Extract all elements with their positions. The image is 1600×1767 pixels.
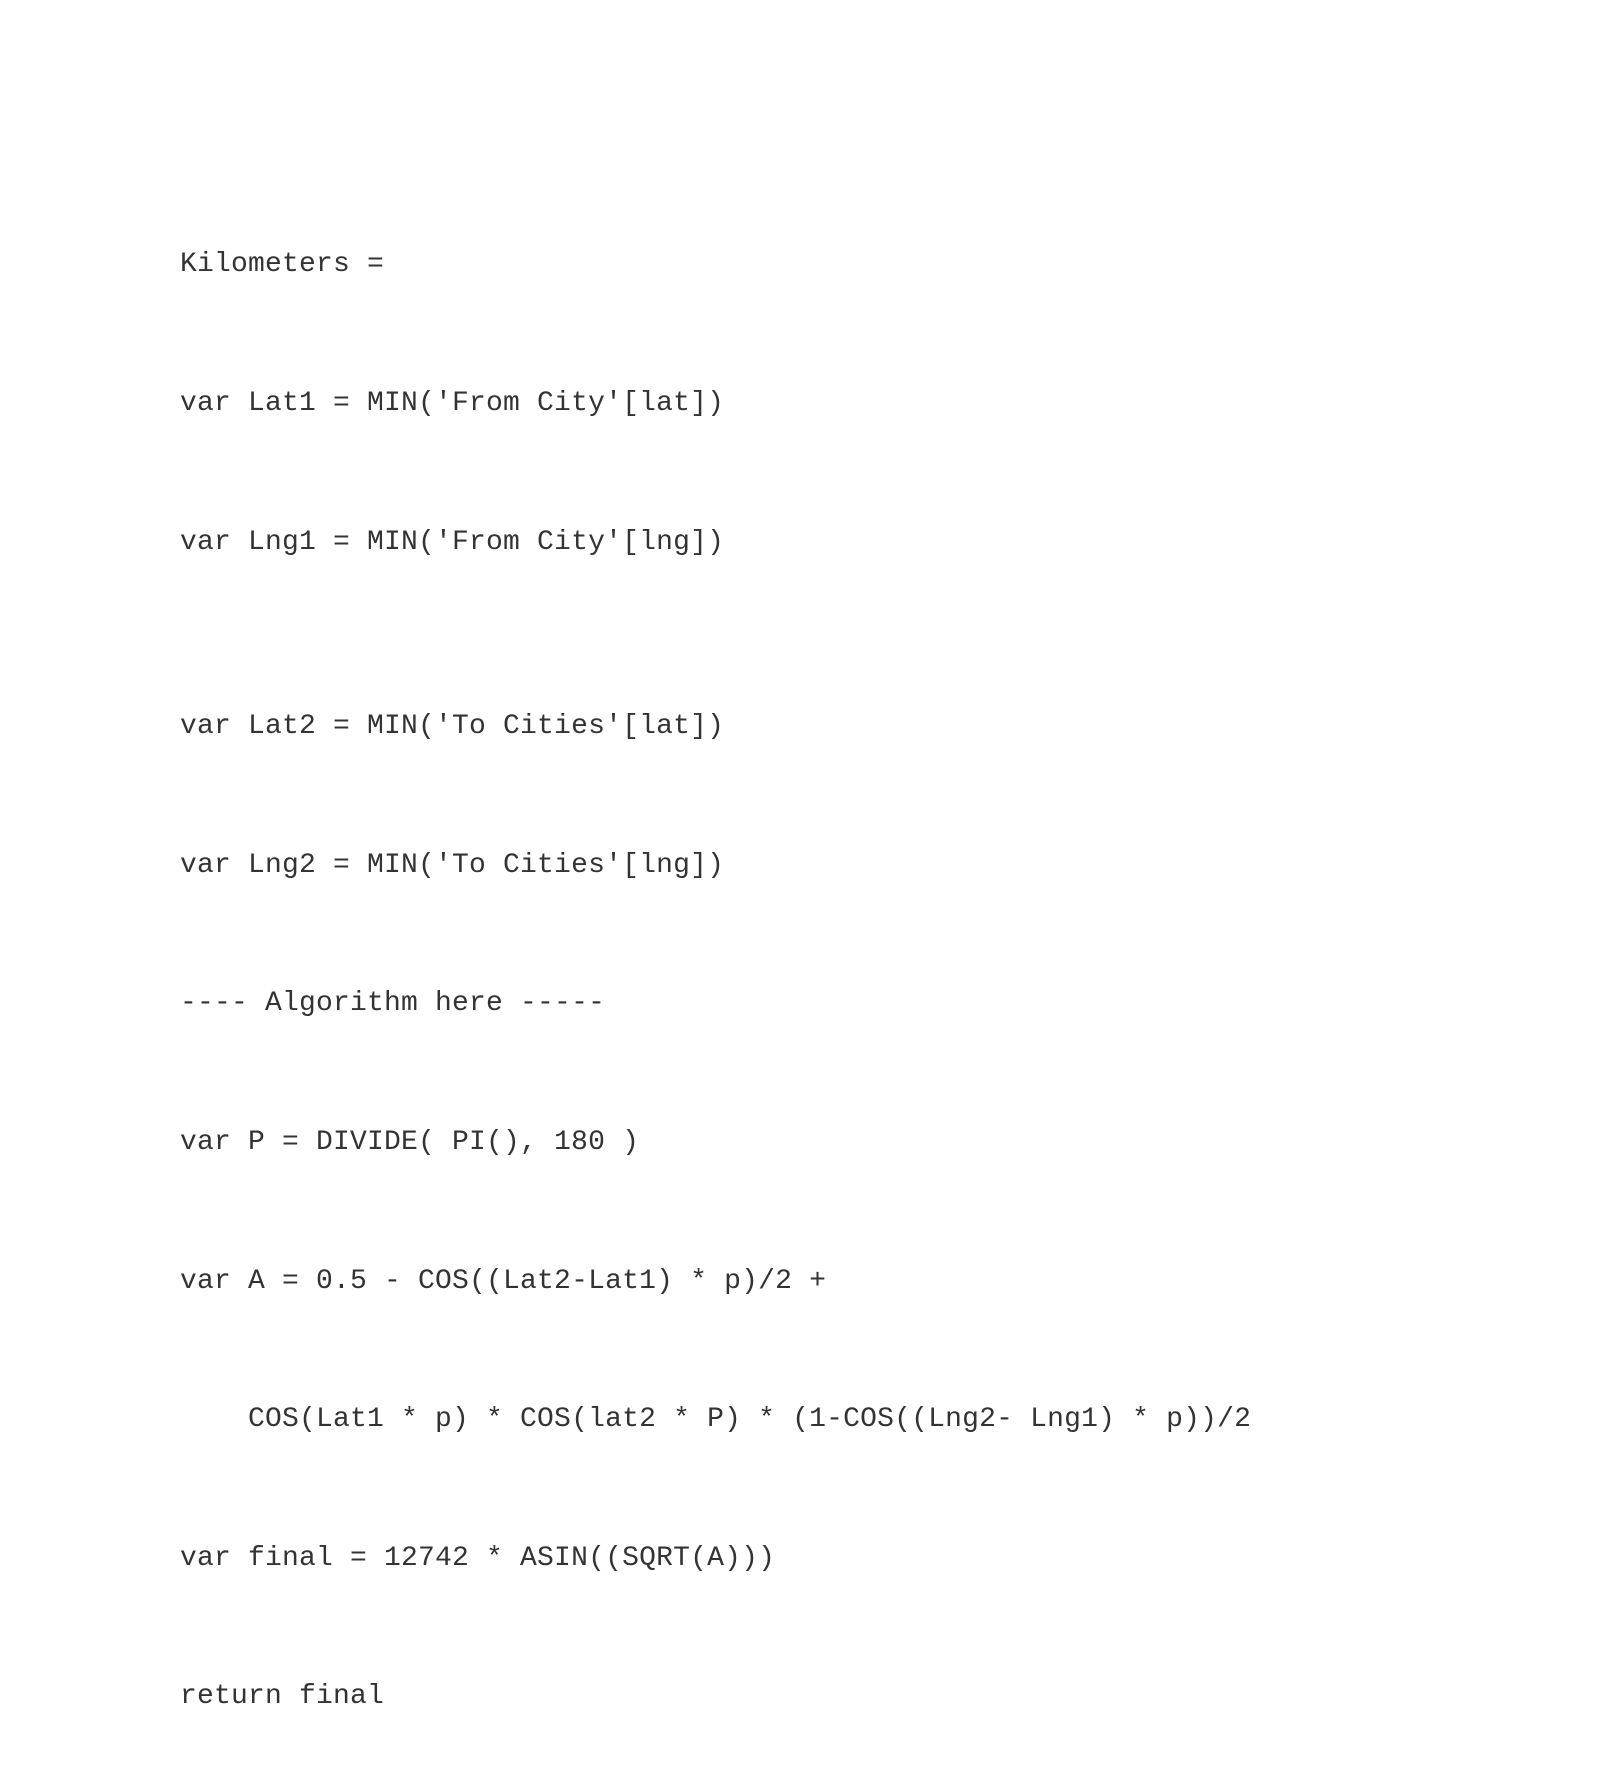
code-line: var Lat2 = MIN('To Cities'[lat]) <box>180 704 1420 750</box>
code-line: ---- Algorithm here ----- <box>180 981 1420 1027</box>
code-line: var Lat1 = MIN('From City'[lat]) <box>180 381 1420 427</box>
code-snippet: Kilometers = var Lat1 = MIN('From City'[… <box>180 150 1420 1767</box>
code-line: var final = 12742 * ASIN((SQRT(A))) <box>180 1536 1420 1582</box>
code-line: var Lng2 = MIN('To Cities'[lng]) <box>180 843 1420 889</box>
code-line: Kilometers = <box>180 242 1420 288</box>
code-line: COS(Lat1 * p) * COS(lat2 * P) * (1-COS((… <box>180 1397 1420 1443</box>
code-line: var A = 0.5 - COS((Lat2-Lat1) * p)/2 + <box>180 1259 1420 1305</box>
code-line: var Lng1 = MIN('From City'[lng]) <box>180 520 1420 566</box>
code-line: return final <box>180 1674 1420 1720</box>
code-line: var P = DIVIDE( PI(), 180 ) <box>180 1120 1420 1166</box>
